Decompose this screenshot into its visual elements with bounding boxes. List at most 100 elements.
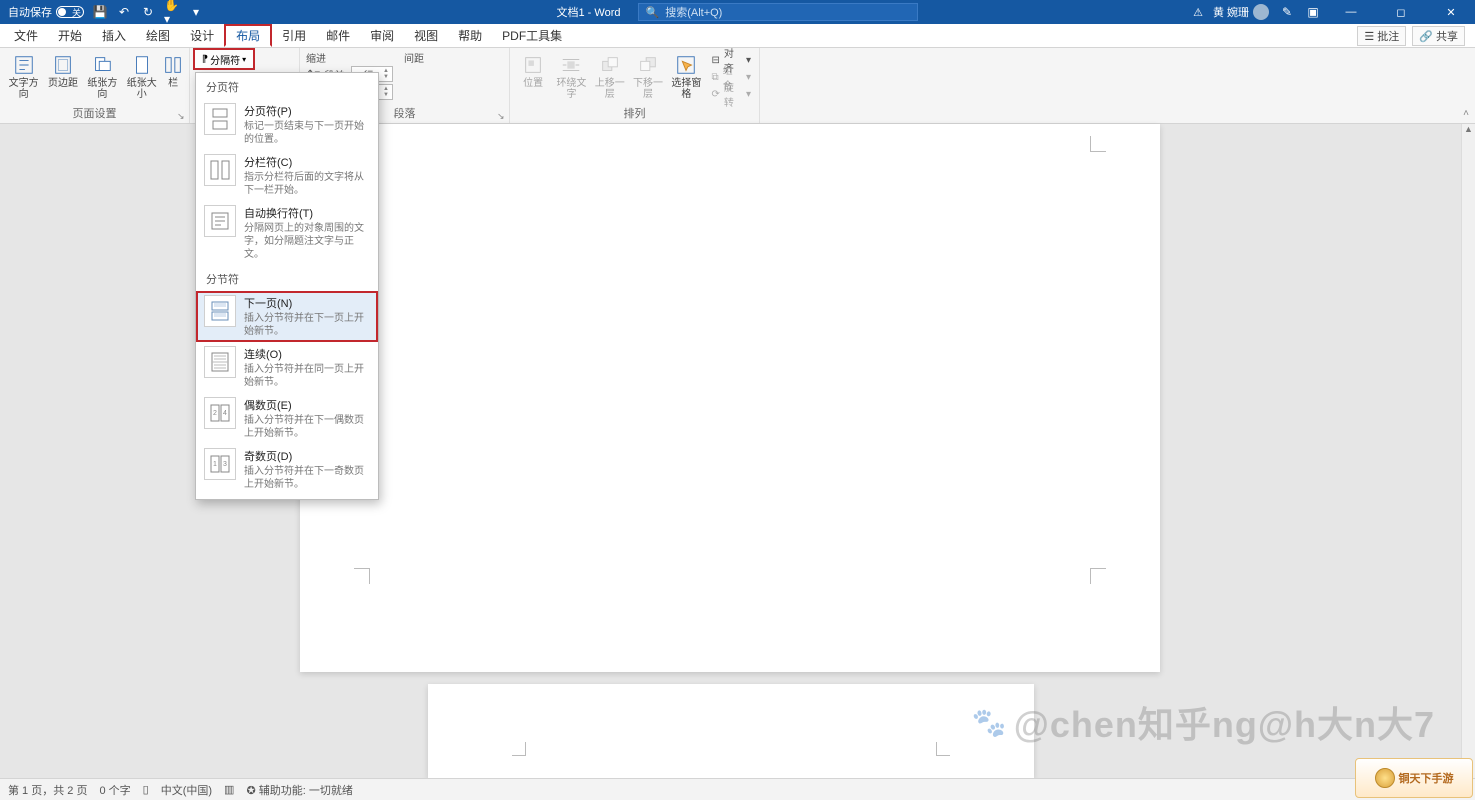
tab-home[interactable]: 开始	[48, 24, 92, 47]
wrap-text-icon	[560, 54, 582, 76]
selection-pane-button[interactable]: 选择窗格	[667, 50, 705, 100]
tab-view[interactable]: 视图	[404, 24, 448, 47]
columns-icon	[162, 54, 184, 76]
breaks-icon: ⁋	[202, 54, 208, 65]
tab-layout[interactable]: 布局	[224, 24, 272, 47]
scroll-up-icon[interactable]: ▲	[1462, 124, 1475, 138]
page-2[interactable]	[428, 684, 1034, 778]
margins-icon	[52, 54, 74, 76]
send-backward-icon	[637, 54, 659, 76]
search-box[interactable]: 🔍 搜索(Alt+Q)	[638, 3, 918, 21]
menu-item-page-break[interactable]: 分页符(P)标记一页结束与下一页开始的位置。	[196, 99, 378, 150]
spinner-arrows-icon[interactable]: ▲▼	[383, 86, 389, 98]
alert-icon[interactable]: ⚠	[1193, 6, 1203, 19]
position-button: 位置	[514, 50, 552, 89]
title-bar: 自动保存 关 💾 ↶ ↻ ✋▾ ▾ 文档1 - Word 🔍 搜索(Alt+Q)…	[0, 0, 1475, 24]
draw-mode-icon[interactable]: ✎	[1279, 4, 1295, 20]
minimize-button[interactable]: —	[1331, 0, 1371, 24]
crop-mark-icon	[936, 742, 950, 756]
status-bar: 第 1 页，共 2 页 0 个字 ▯ 中文(中国) ▥ ✪ 辅助功能: 一切就绪…	[0, 778, 1475, 800]
tab-mailings[interactable]: 邮件	[316, 24, 360, 47]
autosave-pill[interactable]: 关	[56, 6, 84, 18]
breaks-dropdown-button[interactable]: ⁋ 分隔符 ▾	[193, 48, 255, 70]
page-break-icon	[204, 103, 236, 135]
menu-item-continuous[interactable]: 连续(O)插入分节符并在同一页上开始新节。	[196, 342, 378, 393]
user-account[interactable]: 黄 婉珊	[1213, 4, 1269, 20]
group-label-page-setup: 页面设置	[0, 105, 189, 123]
coin-icon	[1375, 768, 1395, 788]
avatar-icon	[1253, 4, 1269, 20]
page-1[interactable]	[300, 124, 1160, 672]
text-direction-icon	[13, 54, 35, 76]
rotate-button: ⟳旋转 ▾	[709, 86, 753, 102]
group-label-arrange: 排列	[510, 105, 759, 123]
text-direction-button[interactable]: 文字方向	[4, 50, 43, 100]
close-button[interactable]: ✕	[1431, 0, 1471, 24]
share-button[interactable]: 🔗 共享	[1412, 26, 1465, 46]
menu-item-column-break[interactable]: 分栏符(C)指示分栏符后面的文字将从下一栏开始。	[196, 150, 378, 201]
tab-references[interactable]: 引用	[272, 24, 316, 47]
size-button[interactable]: 纸张大小	[122, 50, 161, 100]
text-wrapping-break-icon	[204, 205, 236, 237]
vertical-scrollbar[interactable]: ▲ ▼	[1461, 124, 1475, 778]
tab-insert[interactable]: 插入	[92, 24, 136, 47]
tab-review[interactable]: 审阅	[360, 24, 404, 47]
autosave-toggle[interactable]: 自动保存 关	[8, 4, 84, 20]
tab-draw[interactable]: 绘图	[136, 24, 180, 47]
status-proofing-icon[interactable]: ▯	[143, 783, 149, 796]
status-word-count[interactable]: 0 个字	[99, 782, 130, 798]
dropdown-header-section-breaks: 分节符	[196, 265, 378, 291]
next-page-icon	[204, 295, 236, 327]
undo-icon[interactable]: ↶	[116, 4, 132, 20]
size-icon	[131, 54, 153, 76]
maximize-button[interactable]: ◻	[1381, 0, 1421, 24]
page-setup-launcher[interactable]: ↘	[177, 111, 187, 121]
comments-button[interactable]: ☰ 批注	[1357, 26, 1406, 46]
collapse-ribbon-icon[interactable]: ˄	[1463, 108, 1469, 119]
svg-text:1: 1	[213, 461, 217, 468]
menu-item-text-wrapping-break[interactable]: 自动换行符(T)分隔网页上的对象周围的文字，如分隔题注文字与正文。	[196, 201, 378, 265]
chevron-down-icon: ▾	[242, 55, 246, 64]
continuous-icon	[204, 346, 236, 378]
align-button[interactable]: ⊟对齐 ▾	[709, 52, 753, 68]
qat-customize-icon[interactable]: ▾	[188, 4, 204, 20]
status-page[interactable]: 第 1 页，共 2 页	[8, 782, 87, 798]
wrap-text-button: 环绕文字	[552, 50, 590, 100]
save-icon[interactable]: 💾	[92, 4, 108, 20]
redo-icon[interactable]: ↻	[140, 4, 156, 20]
search-icon: 🔍	[645, 6, 659, 19]
tab-help[interactable]: 帮助	[448, 24, 492, 47]
document-title: 文档1 - Word	[557, 4, 621, 20]
selection-pane-icon	[675, 54, 697, 76]
rotate-icon: ⟳	[711, 89, 719, 100]
orientation-button[interactable]: 纸张方向	[83, 50, 122, 100]
align-icon: ⊟	[711, 55, 719, 66]
paragraph-launcher[interactable]: ↘	[497, 111, 507, 121]
columns-button[interactable]: 栏	[161, 50, 185, 89]
breaks-dropdown-menu: 分页符 分页符(P)标记一页结束与下一页开始的位置。 分栏符(C)指示分栏符后面…	[195, 72, 379, 500]
status-display-icon[interactable]: ▥	[224, 783, 234, 796]
spinner-arrows-icon[interactable]: ▲▼	[383, 68, 389, 80]
bring-forward-icon	[599, 54, 621, 76]
ribbon-display-icon[interactable]: ▣	[1305, 4, 1321, 20]
tab-design[interactable]: 设计	[180, 24, 224, 47]
status-language[interactable]: 中文(中国)	[161, 782, 212, 798]
odd-page-icon: 13	[204, 448, 236, 480]
crop-mark-icon	[512, 742, 526, 756]
tab-pdf[interactable]: PDF工具集	[492, 24, 572, 47]
margins-button[interactable]: 页边距	[43, 50, 82, 89]
menu-item-even-page[interactable]: 24 偶数页(E)插入分节符并在下一偶数页上开始新节。	[196, 393, 378, 444]
search-placeholder: 搜索(Alt+Q)	[665, 4, 722, 20]
send-backward-button: 下移一层	[629, 50, 667, 100]
dropdown-header-page-breaks: 分页符	[196, 73, 378, 99]
menu-item-next-page[interactable]: 下一页(N)插入分节符并在下一页上开始新节。	[196, 291, 378, 342]
crop-mark-icon	[1090, 136, 1106, 152]
svg-text:3: 3	[223, 461, 227, 468]
crop-mark-icon	[354, 568, 370, 584]
touch-mode-icon[interactable]: ✋▾	[164, 4, 180, 20]
column-break-icon	[204, 154, 236, 186]
status-accessibility[interactable]: ✪ 辅助功能: 一切就绪	[246, 782, 352, 798]
crop-mark-icon	[1090, 568, 1106, 584]
tab-file[interactable]: 文件	[4, 24, 48, 47]
menu-item-odd-page[interactable]: 13 奇数页(D)插入分节符并在下一奇数页上开始新节。	[196, 444, 378, 495]
